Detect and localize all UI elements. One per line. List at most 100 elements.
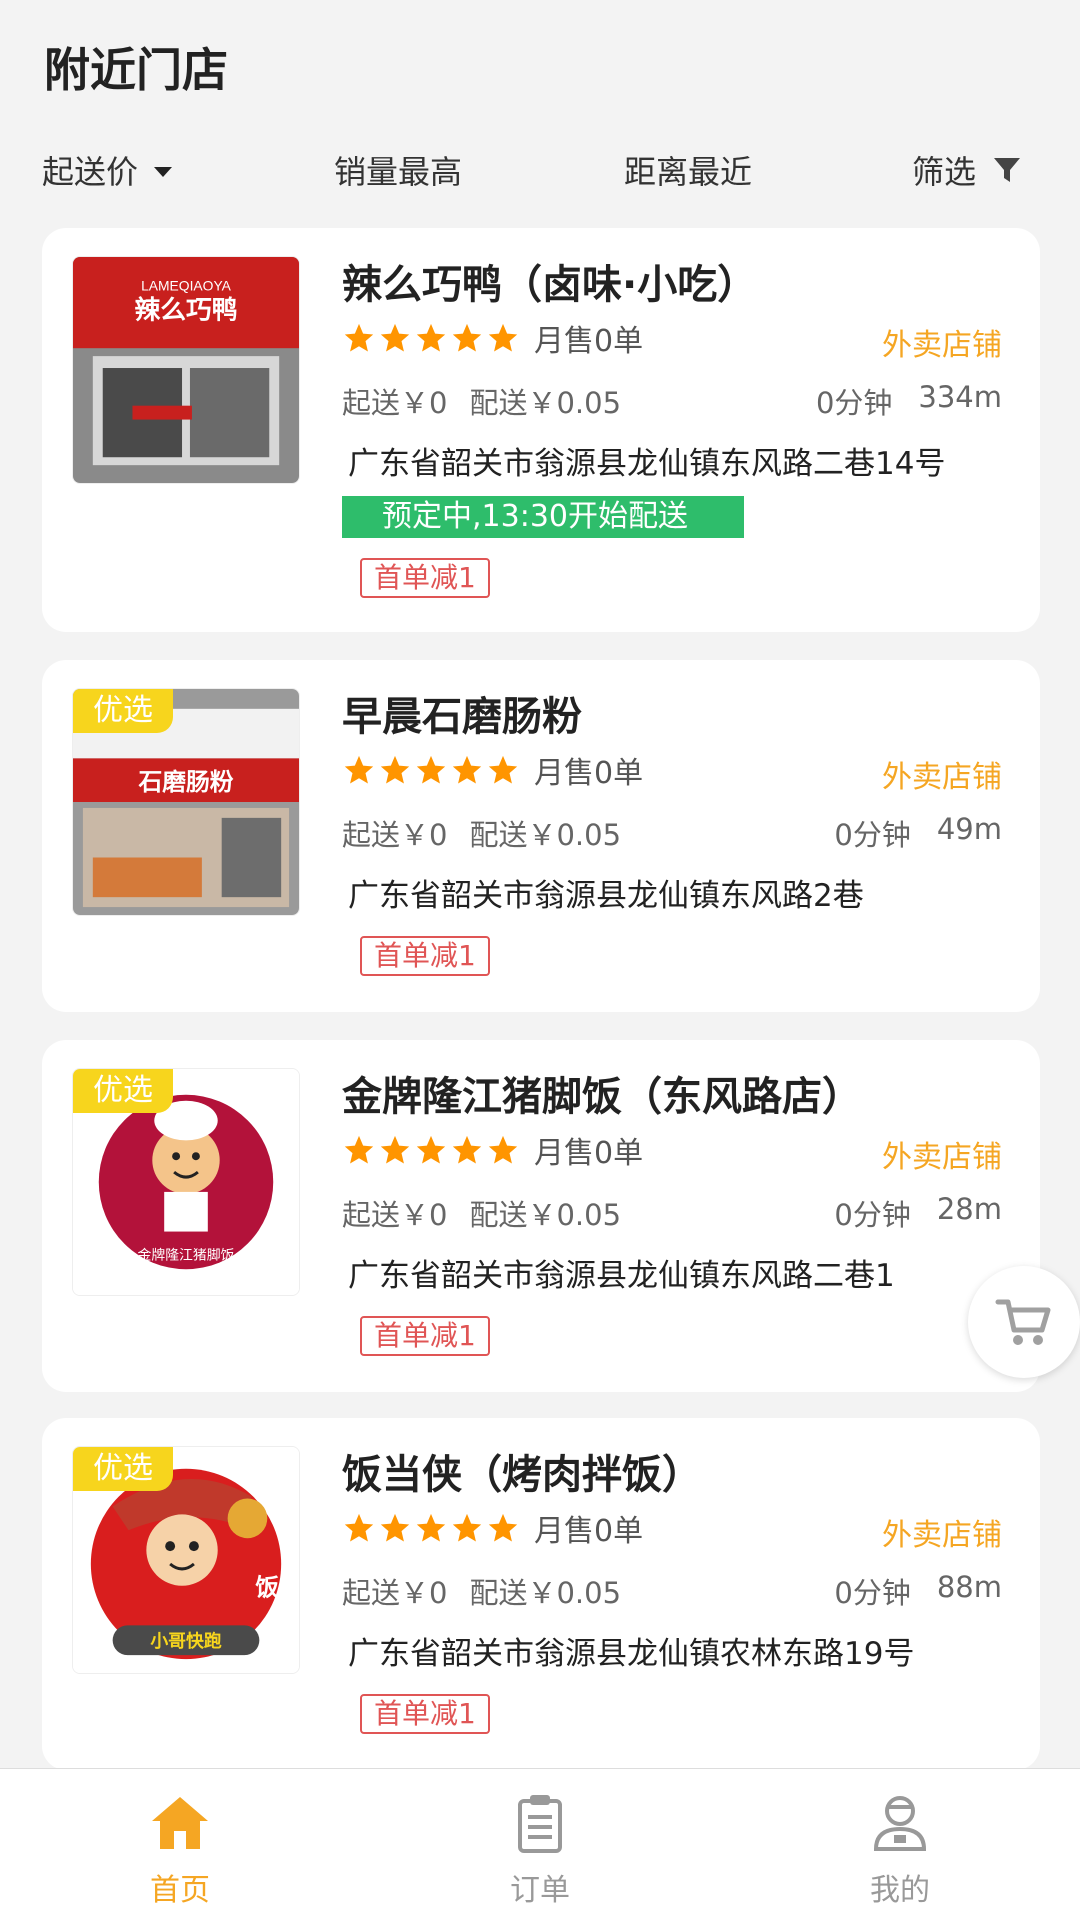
star-rating [342, 1511, 522, 1545]
filter-nearest-label: 距离最近 [624, 153, 753, 191]
star-rating [342, 753, 522, 787]
star-rating [342, 1133, 522, 1167]
sign-en-text: LAMEQIAOYA [141, 278, 232, 294]
store-logo: 小哥快跑 饭 优选 [72, 1446, 300, 1674]
monthly-sales: 月售0单 [534, 1514, 644, 1549]
star-icon [452, 1513, 482, 1542]
sign-text: 石磨肠粉 [137, 768, 233, 796]
delivery-time: 0分钟 [834, 1198, 911, 1232]
fees-row: 起送￥0 配送￥0.05 [342, 1570, 643, 1612]
store-card[interactable]: 小哥快跑 饭 优选 饭当侠（烤肉拌饭） 月售0单 外卖店铺 起送￥0 配送￥0.… [42, 1418, 1040, 1770]
star-icon [416, 1513, 446, 1542]
store-card[interactable]: 金牌隆江猪脚饭 优选 金牌隆江猪脚饭（东风路店） 月售0单 外卖店铺 起送￥0 … [42, 1040, 1040, 1392]
storefront-image: LAMEQIAOYA 辣么巧鸭 [73, 257, 299, 483]
promo-tag: 首单减1 [360, 936, 490, 976]
store-name: 饭当侠（烤肉拌饭） [342, 1452, 702, 1498]
fees-row: 起送￥0 配送￥0.05 [342, 380, 643, 422]
store-photo: 石磨肠粉 优选 [72, 688, 300, 916]
filter-label: 筛选 [912, 153, 977, 191]
star-icon [380, 1135, 410, 1164]
delivery-time: 0分钟 [834, 1576, 911, 1610]
logo-text: 金牌隆江猪脚饭 [137, 1246, 234, 1263]
star-icon [344, 323, 374, 352]
store-type-label: 外卖店铺 [882, 328, 1002, 363]
min-order: 起送￥0 [342, 1198, 448, 1232]
filter-min-price-label: 起送价 [42, 153, 139, 191]
caret-down-icon [154, 167, 173, 177]
monthly-sales: 月售0单 [534, 324, 644, 359]
fees-row: 起送￥0 配送￥0.05 [342, 1192, 643, 1234]
distance: 88m [936, 1570, 1002, 1604]
distance: 334m [918, 380, 1002, 414]
filter-top-sales[interactable]: 销量最高 [334, 140, 462, 200]
cart-button[interactable] [968, 1266, 1080, 1378]
delivery-fee: 配送￥0.05 [469, 386, 622, 420]
bottom-nav: 首页 订单 我的 [0, 1768, 1080, 1920]
store-type-label: 外卖店铺 [882, 1140, 1002, 1175]
store-card[interactable]: LAMEQIAOYA 辣么巧鸭 辣么巧鸭（卤味·小吃） 月售0单 外卖店铺 起送… [42, 228, 1040, 632]
nav-orders[interactable]: 订单 [440, 1769, 640, 1920]
logo-text: 小哥快跑 [150, 1630, 221, 1652]
preorder-status: 预定中,13:30开始配送 [342, 496, 744, 538]
time-distance: 0分钟 49m [808, 812, 1002, 854]
min-order: 起送￥0 [342, 386, 448, 420]
nav-home-label: 首页 [150, 1873, 210, 1908]
featured-badge: 优选 [73, 1447, 173, 1491]
star-icon [344, 1513, 374, 1542]
star-icon [344, 755, 374, 784]
promo-tag: 首单减1 [360, 1694, 490, 1734]
filter-top-sales-label: 销量最高 [334, 153, 463, 191]
nav-mine[interactable]: 我的 [800, 1769, 1000, 1920]
store-photo: LAMEQIAOYA 辣么巧鸭 [72, 256, 300, 484]
shopping-cart-icon [995, 1299, 1051, 1345]
promo-tag: 首单减1 [360, 1316, 490, 1356]
time-distance: 0分钟 28m [808, 1192, 1002, 1234]
filter-bar: 起送价 销量最高 距离最近 筛选 [0, 140, 1080, 200]
delivery-time: 0分钟 [834, 818, 911, 852]
star-rating [342, 321, 522, 355]
rating-row: 月售0单 [342, 316, 643, 360]
distance: 49m [936, 812, 1002, 846]
star-icon [452, 755, 482, 784]
store-logo: 金牌隆江猪脚饭 优选 [72, 1068, 300, 1296]
star-icon [452, 1135, 482, 1164]
featured-badge: 优选 [73, 1069, 173, 1113]
star-icon [452, 323, 482, 352]
nav-home[interactable]: 首页 [80, 1769, 280, 1920]
delivery-fee: 配送￥0.05 [469, 818, 622, 852]
star-icon [488, 1513, 518, 1542]
star-icon [380, 1513, 410, 1542]
page-title: 附近门店 [44, 43, 228, 97]
store-address: 广东省韶关市翁源县龙仙镇东风路2巷 [348, 878, 864, 914]
store-address: 广东省韶关市翁源县龙仙镇农林东路19号 [348, 1636, 915, 1672]
fees-row: 起送￥0 配送￥0.05 [342, 812, 643, 854]
filter-button[interactable]: 筛选 [912, 140, 1022, 200]
store-name: 辣么巧鸭（卤味·小吃） [342, 262, 758, 308]
delivery-time: 0分钟 [815, 386, 893, 420]
delivery-fee: 配送￥0.05 [469, 1198, 622, 1232]
star-icon [380, 755, 410, 784]
featured-badge: 优选 [73, 689, 173, 733]
store-card[interactable]: 石磨肠粉 优选 早晨石磨肠粉 月售0单 外卖店铺 起送￥0 配送￥0.05 0分… [42, 660, 1040, 1012]
monthly-sales: 月售0单 [534, 1136, 644, 1171]
distance: 28m [936, 1192, 1002, 1226]
min-order: 起送￥0 [342, 818, 448, 852]
star-icon [488, 755, 518, 784]
star-icon [380, 323, 410, 352]
filter-min-price[interactable]: 起送价 [42, 140, 173, 200]
rating-row: 月售0单 [342, 1128, 643, 1172]
star-icon [488, 323, 518, 352]
filter-nearest[interactable]: 距离最近 [624, 140, 752, 200]
time-distance: 0分钟 334m [790, 380, 1002, 422]
store-name: 早晨石磨肠粉 [342, 694, 582, 740]
sign-text: 辣么巧鸭 [134, 294, 237, 325]
time-distance: 0分钟 88m [808, 1570, 1002, 1612]
rating-row: 月售0单 [342, 1506, 643, 1550]
min-order: 起送￥0 [342, 1576, 448, 1610]
clipboard-icon [518, 1795, 562, 1853]
star-icon [416, 755, 446, 784]
rating-row: 月售0单 [342, 748, 643, 792]
funnel-icon [994, 158, 1021, 182]
nav-orders-label: 订单 [510, 1873, 570, 1908]
star-icon [344, 1135, 374, 1164]
